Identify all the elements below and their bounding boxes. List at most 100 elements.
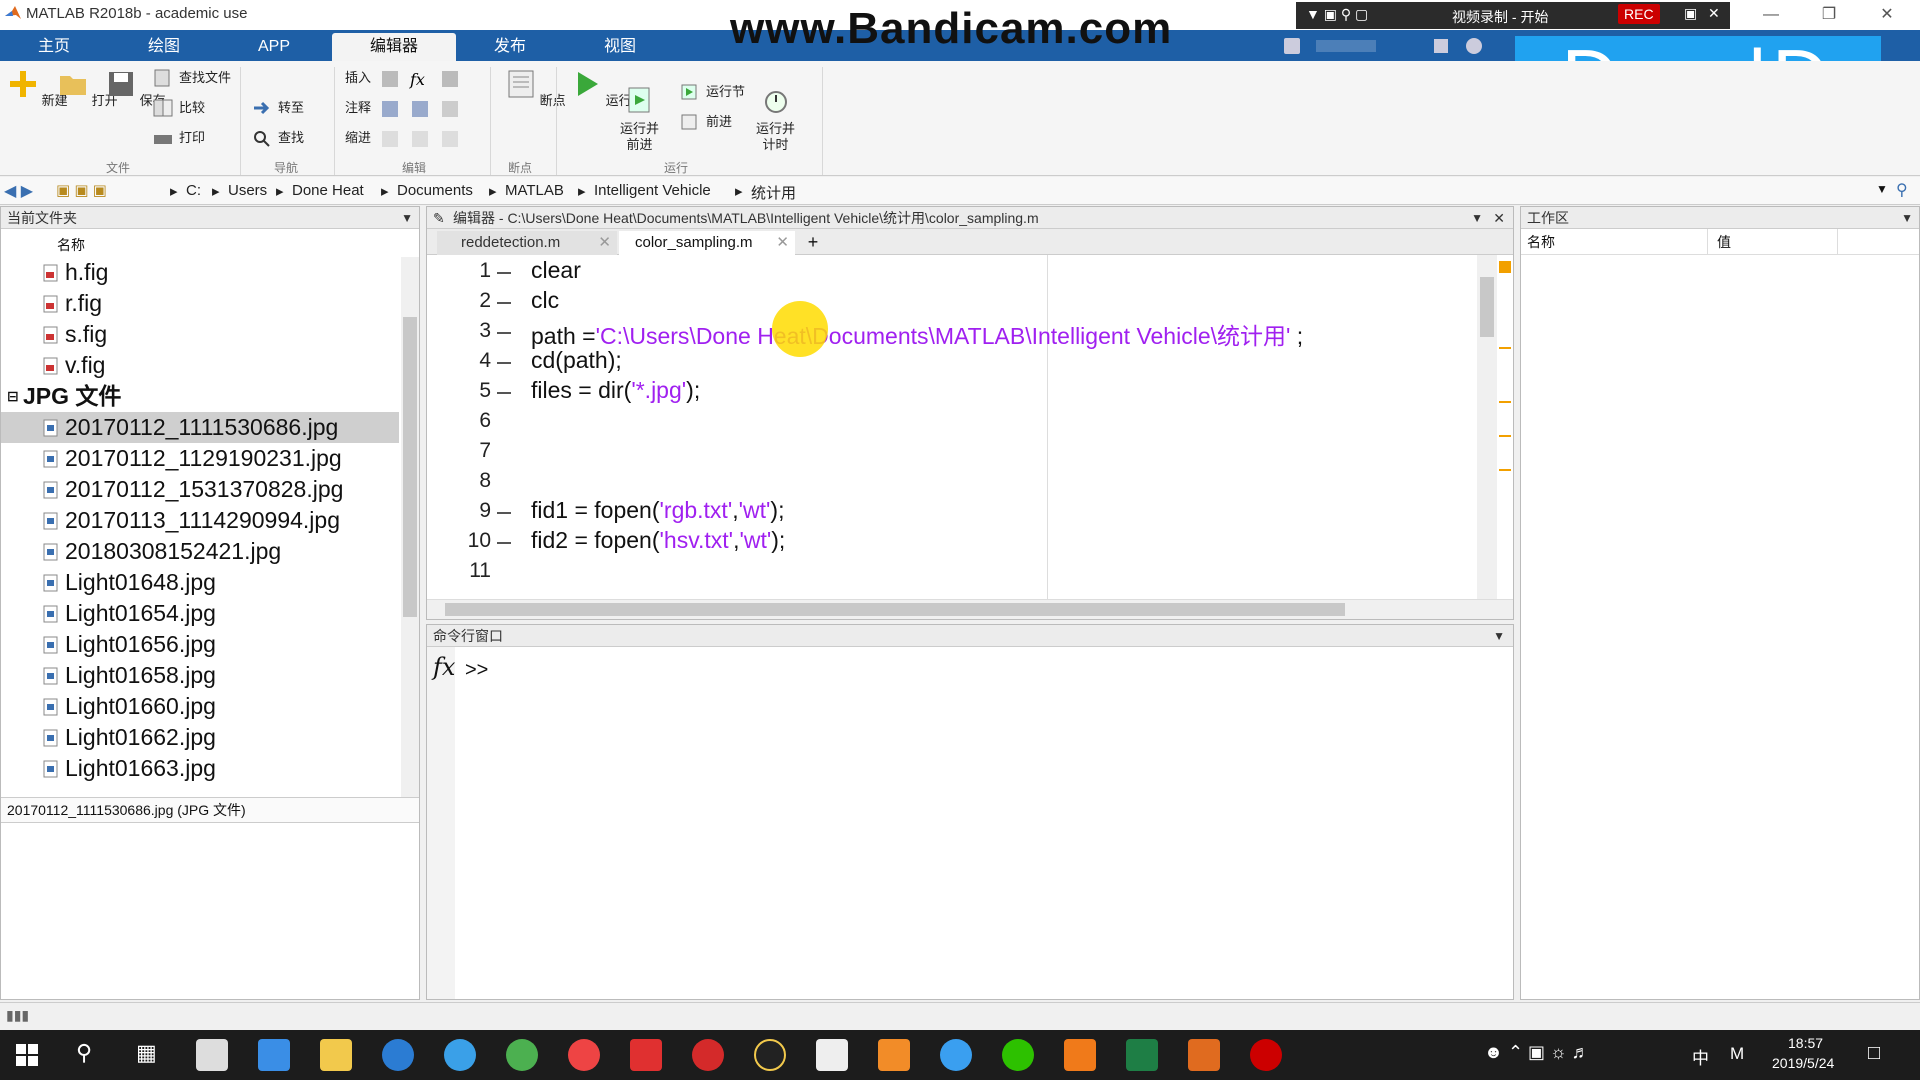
warning-mark[interactable] xyxy=(1499,401,1511,403)
bandicam-icon[interactable] xyxy=(1250,1039,1282,1071)
warning-mark[interactable] xyxy=(1499,347,1511,349)
tab-home[interactable]: 主页 xyxy=(0,33,108,61)
app-icon[interactable] xyxy=(1064,1039,1096,1071)
indent-button[interactable]: 缩进 xyxy=(345,127,371,149)
comment-button[interactable]: 注释 xyxy=(345,97,371,119)
insert-button[interactable]: 插入 xyxy=(345,67,371,89)
list-item[interactable]: 20170112_1111530686.jpg xyxy=(1,412,399,443)
list-item[interactable]: Light01663.jpg xyxy=(1,753,399,784)
code-area[interactable]: 1 2 3 4 5 6 7 8 9 10 11 clear clc path =… xyxy=(427,255,1477,599)
breadcrumb-item[interactable]: Intelligent Vehicle xyxy=(594,182,711,199)
edge-icon[interactable] xyxy=(382,1039,414,1071)
search-icon[interactable]: ⚲ xyxy=(1896,180,1908,200)
list-item[interactable]: r.fig xyxy=(1,288,399,319)
ie-icon[interactable] xyxy=(444,1039,476,1071)
list-item[interactable]: s.fig xyxy=(1,319,399,350)
tab-reddetection[interactable]: reddetection.m ✕ xyxy=(437,231,617,255)
clock-time[interactable]: 18:57 xyxy=(1788,1035,1823,1051)
command-prompt[interactable]: >> xyxy=(465,659,488,682)
tab-editor[interactable]: 编辑器 xyxy=(332,33,456,61)
recorder-close-icon[interactable]: ✕ xyxy=(1708,5,1720,22)
breadcrumb-item[interactable]: Users xyxy=(228,182,267,199)
horizontal-scrollbar[interactable] xyxy=(427,599,1513,619)
wechat-icon[interactable] xyxy=(1002,1039,1034,1071)
print-button[interactable]: 打印 xyxy=(153,127,205,149)
browser-icon[interactable] xyxy=(506,1039,538,1071)
windows-start-icon[interactable] xyxy=(16,1044,38,1066)
app-icon[interactable] xyxy=(630,1039,662,1071)
tab-plots[interactable]: 绘图 xyxy=(110,33,218,61)
compare-button[interactable]: 比较 xyxy=(153,97,205,119)
maximize-button[interactable]: ❐ xyxy=(1806,2,1852,28)
command-window[interactable]: 命令行窗口 ▼ fx >> xyxy=(426,624,1514,1000)
list-item[interactable]: Light01654.jpg xyxy=(1,598,399,629)
excel-icon[interactable] xyxy=(1126,1039,1158,1071)
breadcrumb-item[interactable]: Documents xyxy=(397,182,473,199)
warning-indicator[interactable] xyxy=(1499,261,1511,273)
list-item[interactable]: Light01660.jpg xyxy=(1,691,399,722)
panel-menu-icon[interactable]: ▼ xyxy=(401,207,413,229)
column-header-value[interactable]: 值 xyxy=(1717,229,1731,255)
task-view-icon[interactable]: ▦ xyxy=(136,1040,157,1066)
panel-menu-icon[interactable]: ▼ xyxy=(1901,207,1913,229)
list-item[interactable]: h.fig xyxy=(1,257,399,288)
list-item[interactable]: Light01662.jpg xyxy=(1,722,399,753)
nav-arrows-icon[interactable]: ◀ ▶ xyxy=(4,181,33,201)
breadcrumb-item[interactable]: MATLAB xyxy=(505,182,564,199)
qq-icon[interactable] xyxy=(754,1039,786,1071)
store-icon[interactable] xyxy=(258,1039,290,1071)
column-header-name[interactable]: 名称 xyxy=(1527,229,1555,255)
list-item[interactable]: v.fig xyxy=(1,350,399,381)
app-icon[interactable] xyxy=(940,1039,972,1071)
tab-color-sampling[interactable]: color_sampling.m ✕ xyxy=(619,231,795,255)
list-item[interactable]: Light01658.jpg xyxy=(1,660,399,691)
matlab-icon[interactable] xyxy=(1188,1039,1220,1071)
folder-scrollbar[interactable] xyxy=(401,257,419,797)
fx-icon[interactable]: fx xyxy=(433,653,455,681)
close-button[interactable]: ✕ xyxy=(1864,2,1910,28)
list-item[interactable]: 20170112_1129190231.jpg xyxy=(1,443,399,474)
minimize-button[interactable]: — xyxy=(1748,2,1794,28)
breadcrumb-item[interactable]: Done Heat xyxy=(292,182,364,199)
app-icon[interactable] xyxy=(878,1039,910,1071)
ime-mode[interactable]: M xyxy=(1730,1044,1744,1064)
news-icon[interactable] xyxy=(816,1039,848,1071)
details-bar[interactable]: 20170112_1111530686.jpg (JPG 文件) xyxy=(1,797,419,823)
breadcrumb-item[interactable]: C: xyxy=(186,182,201,199)
panel-menu-icon[interactable]: ▼ xyxy=(1493,625,1505,647)
list-item[interactable]: 20170112_1531370828.jpg xyxy=(1,474,399,505)
rec-button[interactable]: REC xyxy=(1618,4,1660,24)
address-bar[interactable]: ◀ ▶ ▣ ▣ ▣ ▸ C: ▸ Users ▸ Done Heat ▸ Doc… xyxy=(0,177,1920,205)
breadcrumb-item[interactable]: 统计用 xyxy=(751,182,796,203)
notification-icon[interactable]: □ xyxy=(1868,1042,1880,1065)
warning-mark[interactable] xyxy=(1499,435,1511,437)
camera-icon[interactable]: ▣ xyxy=(1684,5,1697,22)
tray-icons[interactable]: ☻ ⌃ ▣ ☼ ♬ xyxy=(1484,1042,1590,1063)
collapse-icon[interactable]: ⊟ xyxy=(7,381,19,412)
new-tab-button[interactable]: + xyxy=(799,231,827,255)
code-lines[interactable]: clear clc path ='C:\Users\Done Heat\Docu… xyxy=(435,257,1475,599)
list-item[interactable]: 20170113_1114290994.jpg xyxy=(1,505,399,536)
close-icon[interactable]: ✕ xyxy=(598,231,611,255)
chrome-icon[interactable] xyxy=(568,1039,600,1071)
run-time-button[interactable]: 运行并 计时 xyxy=(756,69,795,153)
close-icon[interactable]: ✕ xyxy=(1493,207,1505,229)
ime-indicator[interactable]: 中 xyxy=(1692,1044,1709,1069)
scrollbar-thumb[interactable] xyxy=(1480,277,1494,337)
list-item[interactable]: Light01648.jpg xyxy=(1,567,399,598)
vertical-scrollbar[interactable] xyxy=(1477,255,1497,599)
goto-button[interactable]: 转至 xyxy=(252,97,304,119)
list-item[interactable]: 20180308152421.jpg xyxy=(1,536,399,567)
close-icon[interactable]: ✕ xyxy=(776,231,789,255)
tab-publish[interactable]: 发布 xyxy=(456,33,564,61)
warning-mark[interactable] xyxy=(1499,469,1511,471)
group-header-jpg[interactable]: ⊟ JPG 文件 xyxy=(1,381,399,412)
find-button[interactable]: 查找 xyxy=(252,127,304,149)
scrollbar-thumb[interactable] xyxy=(445,603,1345,616)
column-header-name[interactable]: 名称 xyxy=(57,235,85,255)
run-section-button[interactable]: 运行节 xyxy=(680,81,745,103)
scrollbar-thumb[interactable] xyxy=(403,317,417,617)
list-item[interactable]: Light01656.jpg xyxy=(1,629,399,660)
file-explorer-icon[interactable] xyxy=(320,1039,352,1071)
mail-icon[interactable] xyxy=(196,1039,228,1071)
